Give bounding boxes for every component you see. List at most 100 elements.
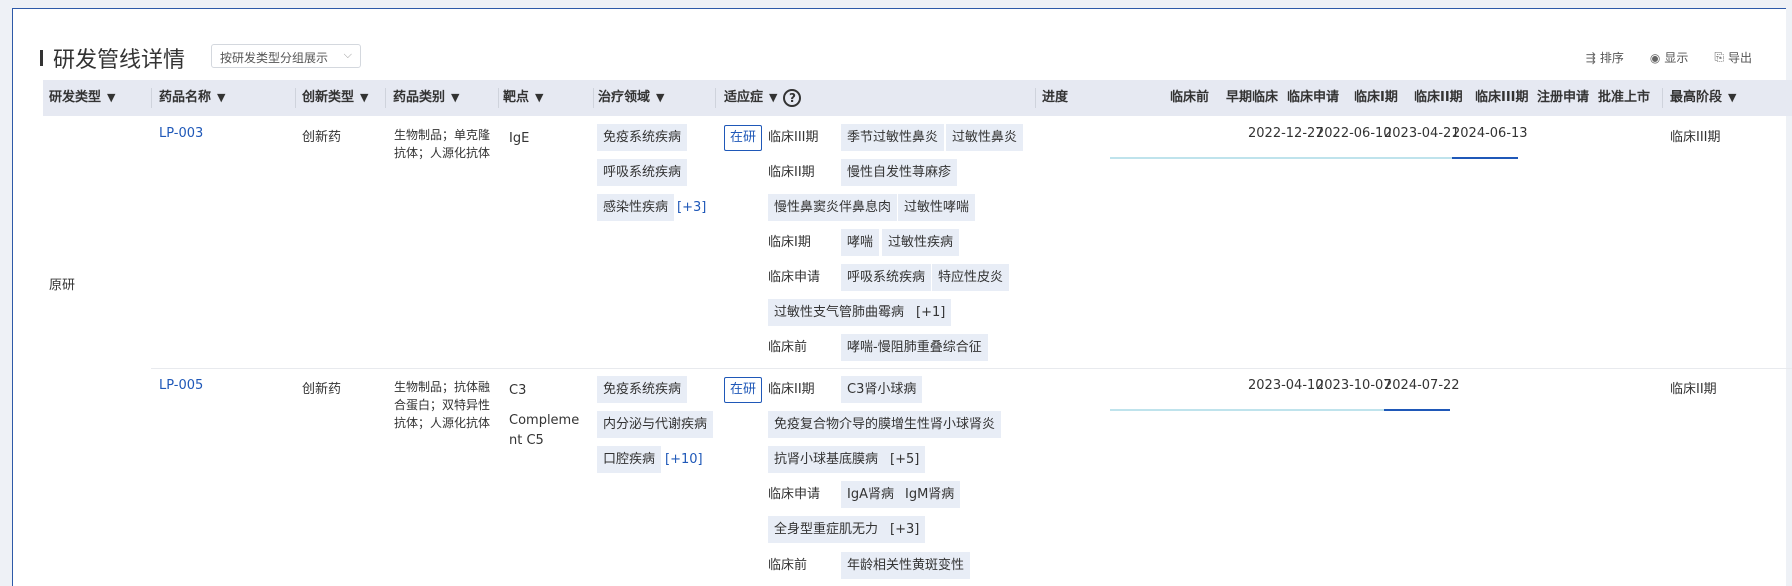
progress-date: 2024-06-13	[1452, 126, 1528, 141]
col-innovation-type-label: 创新类型	[302, 90, 355, 105]
indication-tag[interactable]: 哮喘	[841, 229, 880, 256]
indication-tag[interactable]: 特应性皮炎	[932, 264, 1010, 291]
progress-date: 2022-12-27	[1248, 126, 1324, 141]
drug-category-line: 抗体；人源化抗体	[394, 146, 491, 160]
progress-active-segment	[1384, 409, 1450, 411]
indication-tag[interactable]: 哮喘-慢阻肺重叠综合征	[841, 334, 988, 361]
page-title: 研发管线详情	[53, 48, 186, 73]
indication-tag[interactable]: 季节过敏性鼻炎	[841, 124, 945, 151]
col-rd-type[interactable]: 研发类型 ▼	[49, 80, 115, 116]
progress-date: 2023-10-07	[1316, 378, 1392, 393]
indication-tag[interactable]: 过敏性支气管肺曲霉病	[768, 299, 911, 326]
filter-icon[interactable]: ▼	[535, 91, 543, 104]
indication-phase-label: 临床前	[768, 340, 808, 355]
indication-tag[interactable]: IgM肾病	[899, 481, 961, 508]
eye-icon: ◉	[1649, 50, 1661, 65]
export-icon: ⎘	[1714, 50, 1724, 64]
group-by-value: 按研发类型分组展示	[220, 51, 329, 65]
col-innovation-type[interactable]: 创新类型 ▼	[302, 80, 368, 116]
filter-icon[interactable]: ▼	[769, 91, 777, 104]
col-separator	[1035, 88, 1036, 108]
indication-tag[interactable]: 慢性鼻窦炎伴鼻息肉	[768, 194, 898, 221]
indication-tag[interactable]: C3肾小球病	[841, 376, 923, 403]
export-label: 导出	[1727, 51, 1752, 65]
progress-track	[1110, 409, 1385, 411]
filter-icon[interactable]: ▼	[656, 91, 664, 104]
drug-category-line: 抗体；人源化抗体	[394, 416, 491, 430]
indication-tag[interactable]: 抗肾小球基底膜病	[768, 446, 885, 473]
export-button[interactable]: ⎘ 导出	[1714, 49, 1752, 66]
display-label: 显示	[1664, 51, 1689, 65]
indication-more-link[interactable]: [+3]	[884, 516, 926, 543]
drug-name-link[interactable]: LP-003	[159, 126, 203, 141]
status-badge: 在研	[724, 125, 762, 151]
target-line: C3	[509, 383, 527, 398]
indication-tag[interactable]: 过敏性疾病	[882, 229, 960, 256]
areas-more-link[interactable]: [+3]	[677, 194, 706, 221]
indication-tag[interactable]: 呼吸系统疾病	[841, 264, 932, 291]
indication-tag[interactable]: 过敏性鼻炎	[946, 124, 1024, 151]
filter-icon[interactable]: ▼	[217, 91, 225, 104]
indication-tag[interactable]: IgA肾病	[841, 481, 900, 508]
indication-phase-label: 临床申请	[768, 270, 821, 285]
therapeutic-area-tag[interactable]: 内分泌与代谢疾病	[597, 411, 714, 438]
chevron-down-icon: ⌵	[343, 48, 352, 61]
therapeutic-area-tag[interactable]: 免疫系统疾病	[597, 376, 688, 403]
col-target-label: 靶点	[503, 90, 530, 105]
indication-phase-label: 临床II期	[768, 165, 815, 180]
sort-icon: ⇶	[1585, 50, 1596, 65]
group-by-select[interactable]: 按研发类型分组展示 ⌵	[211, 44, 361, 68]
col-rd-type-label: 研发类型	[49, 90, 102, 105]
target-line: nt C5	[509, 433, 544, 448]
col-drug-name[interactable]: 药品名称 ▼	[159, 80, 225, 116]
indication-tag[interactable]: 年龄相关性黄斑变性	[841, 552, 971, 579]
indication-tag[interactable]: 慢性自发性荨麻疹	[841, 159, 958, 186]
therapeutic-area-tag[interactable]: 口腔疾病	[597, 446, 662, 473]
drug-category: 生物制品；抗体融 合蛋白；双特异性 抗体；人源化抗体	[394, 378, 490, 432]
help-icon[interactable]: ?	[783, 88, 802, 107]
highest-stage: 临床II期	[1670, 382, 1717, 397]
drug-category-line: 生物制品；单克隆	[394, 128, 491, 142]
col-therapeutic-area[interactable]: 治疗领域 ▼	[598, 80, 664, 116]
indication-phase-label: 临床II期	[768, 382, 815, 397]
filter-icon[interactable]: ▼	[451, 91, 459, 104]
indication-phase-label: 临床前	[768, 558, 808, 573]
col-drug-name-label: 药品名称	[159, 90, 212, 105]
col-separator	[295, 88, 296, 108]
target-line: Compleme	[509, 413, 580, 428]
filter-icon[interactable]: ▼	[1728, 91, 1736, 104]
col-stage-early-clinical: 早期临床	[1226, 90, 1279, 105]
col-drug-category-label: 药品类别	[393, 90, 446, 105]
sort-button[interactable]: ⇶ 排序	[1586, 49, 1624, 66]
col-separator	[593, 88, 594, 108]
filter-icon[interactable]: ▼	[360, 91, 368, 104]
therapeutic-area-tag[interactable]: 感染性疾病	[597, 194, 675, 221]
col-stage-preclinical: 临床前	[1170, 90, 1210, 105]
title-accent-bar	[40, 50, 43, 66]
filter-icon[interactable]: ▼	[107, 91, 115, 104]
highest-stage: 临床III期	[1670, 130, 1721, 145]
col-separator	[498, 88, 499, 108]
col-separator	[1662, 88, 1663, 108]
indication-tag[interactable]: 全身型重症肌无力	[768, 516, 885, 543]
drug-category: 生物制品；单克隆 抗体；人源化抗体	[394, 126, 490, 162]
col-target[interactable]: 靶点 ▼	[503, 80, 543, 116]
col-indication[interactable]: 适应症 ▼?	[724, 80, 802, 116]
display-button[interactable]: ◉ 显示	[1650, 49, 1689, 66]
progress-date: 2022-06-10	[1316, 126, 1392, 141]
status-badge: 在研	[724, 377, 762, 403]
sort-label: 排序	[1599, 51, 1624, 65]
areas-more-link[interactable]: [+10]	[665, 446, 703, 473]
indication-more-link[interactable]: [+1]	[910, 299, 952, 326]
col-highest-stage[interactable]: 最高阶段 ▼	[1670, 80, 1736, 116]
col-separator	[151, 88, 152, 108]
indication-tag[interactable]: 过敏性哮喘	[898, 194, 976, 221]
indication-tag[interactable]: 免疫复合物介导的膜增生性肾小球肾炎	[768, 411, 1002, 438]
indication-more-link[interactable]: [+5]	[884, 446, 926, 473]
therapeutic-area-tag[interactable]: 呼吸系统疾病	[597, 159, 688, 186]
innovation-type: 创新药	[302, 130, 342, 145]
therapeutic-area-tag[interactable]: 免疫系统疾病	[597, 124, 688, 151]
col-drug-category[interactable]: 药品类别 ▼	[393, 80, 459, 116]
drug-name-link[interactable]: LP-005	[159, 378, 203, 393]
progress-date: 2023-04-10	[1248, 378, 1324, 393]
